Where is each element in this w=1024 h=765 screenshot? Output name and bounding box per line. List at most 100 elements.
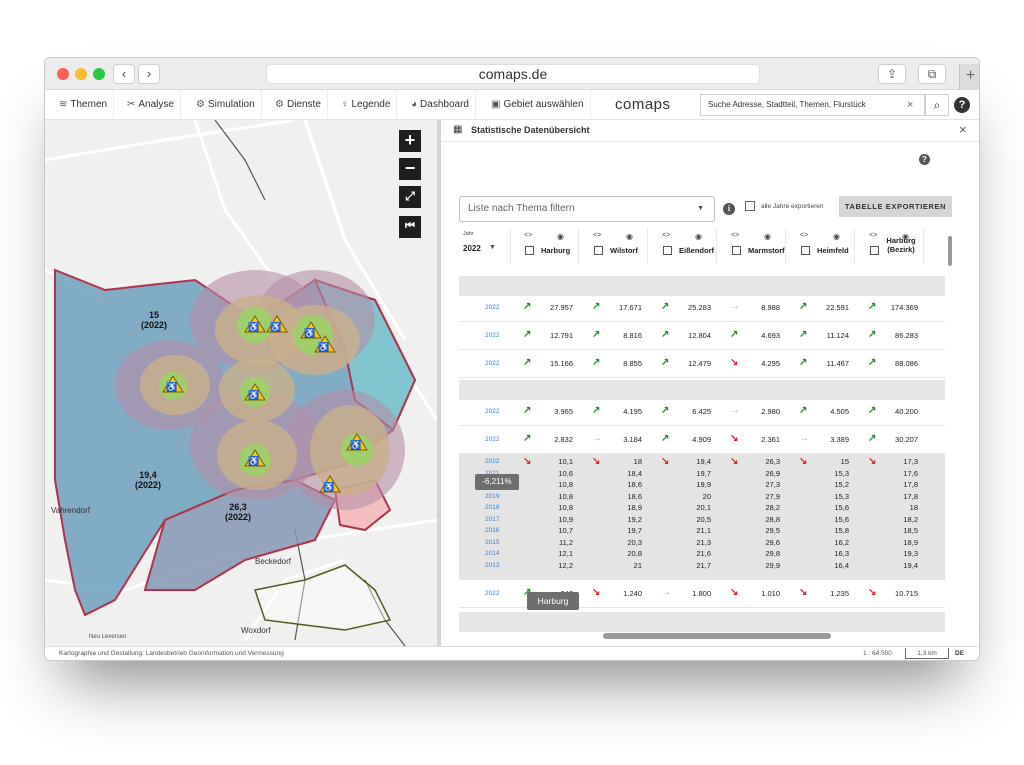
- menu-legende[interactable]: ♀ Legende: [335, 90, 398, 120]
- history-year[interactable]: 2017: [485, 516, 499, 523]
- column-header[interactable]: <> ◉ Harburg: [511, 228, 579, 264]
- maximize-window-button[interactable]: [93, 68, 105, 80]
- eye-icon[interactable]: ◉: [833, 232, 840, 241]
- trend-down-icon[interactable]: ↘: [868, 587, 876, 598]
- trend-flat-icon[interactable]: →: [730, 405, 740, 416]
- trend-up-icon[interactable]: ↗: [661, 329, 669, 340]
- column-header[interactable]: <> ◉ Eißendorf: [649, 228, 717, 264]
- trend-up-icon[interactable]: ↗: [868, 433, 876, 444]
- minimize-window-button[interactable]: [75, 68, 87, 80]
- vertical-scrollbar[interactable]: [947, 236, 952, 636]
- trend-up-icon[interactable]: ↗: [661, 405, 669, 416]
- scroll-thumb[interactable]: [948, 236, 952, 266]
- trend-flat-icon[interactable]: →: [730, 301, 740, 312]
- menu-themen[interactable]: ≋ Themen: [53, 90, 115, 120]
- zoom-in-button[interactable]: +: [399, 130, 421, 152]
- export-table-button[interactable]: TABELLE EXPORTIEREN: [839, 196, 952, 217]
- column-header[interactable]: <> ◉ Wilstorf: [580, 228, 648, 264]
- trend-down-icon[interactable]: ↘: [592, 456, 600, 467]
- trend-up-icon[interactable]: ↗: [868, 329, 876, 340]
- history-year[interactable]: 2018: [485, 504, 499, 511]
- code-icon[interactable]: <>: [869, 232, 877, 239]
- zoom-out-button[interactable]: −: [399, 158, 421, 180]
- export-all-years-checkbox[interactable]: [745, 201, 755, 211]
- trend-down-icon[interactable]: ↘: [730, 587, 738, 598]
- trend-up-icon[interactable]: ↗: [592, 357, 600, 368]
- history-year[interactable]: 2019: [485, 493, 499, 500]
- trend-up-icon[interactable]: ↗: [523, 405, 531, 416]
- column-checkbox[interactable]: [594, 246, 603, 255]
- map-view[interactable]: ♿ ♿ ♿ ♿ ♿ ♿ ♿ ♿ ♿ 15 (2022) 19,4 (2022) …: [45, 120, 437, 646]
- trend-up-icon[interactable]: ↗: [868, 405, 876, 416]
- trend-down-icon[interactable]: ↘: [730, 456, 738, 467]
- menu-analyse[interactable]: ✂ Analyse: [121, 90, 181, 120]
- eye-icon[interactable]: ◉: [626, 232, 633, 241]
- menu-simulation[interactable]: ⚙ Simulation: [190, 90, 262, 120]
- column-checkbox[interactable]: [525, 246, 534, 255]
- fullscreen-button[interactable]: ⤢: [399, 186, 421, 208]
- history-year[interactable]: 2022: [485, 458, 499, 465]
- year-selector[interactable]: Jahr 2022 ▼: [459, 228, 511, 264]
- column-checkbox[interactable]: [801, 246, 810, 255]
- row-year[interactable]: 2022: [485, 590, 499, 597]
- trend-down-icon[interactable]: ↘: [592, 587, 600, 598]
- row-year[interactable]: 2022: [485, 436, 499, 443]
- menu-dienste[interactable]: ⚙ Dienste: [269, 90, 328, 120]
- trend-up-icon[interactable]: ↗: [523, 433, 531, 444]
- trend-up-icon[interactable]: ↗: [661, 301, 669, 312]
- panel-help-icon[interactable]: ?: [919, 154, 930, 165]
- close-panel-icon[interactable]: ×: [959, 122, 967, 137]
- trend-flat-icon[interactable]: →: [661, 587, 671, 598]
- column-header[interactable]: <> ◉ Marmstorf: [718, 228, 786, 264]
- row-year[interactable]: 2022: [485, 304, 499, 311]
- trend-up-icon[interactable]: ↗: [523, 357, 531, 368]
- column-checkbox[interactable]: [663, 246, 672, 255]
- column-checkbox[interactable]: [732, 246, 741, 255]
- clear-search-icon[interactable]: ×: [907, 94, 921, 116]
- trend-up-icon[interactable]: ↗: [523, 329, 531, 340]
- code-icon[interactable]: <>: [800, 232, 808, 239]
- code-icon[interactable]: <>: [662, 232, 670, 239]
- search-button[interactable]: ⌕: [925, 94, 949, 116]
- code-icon[interactable]: <>: [524, 232, 532, 239]
- close-window-button[interactable]: [57, 68, 69, 80]
- theme-filter-select[interactable]: Liste nach Thema filtern ▼: [459, 196, 715, 222]
- trend-up-icon[interactable]: ↗: [592, 405, 600, 416]
- trend-down-icon[interactable]: ↘: [868, 456, 876, 467]
- row-year[interactable]: 2022: [485, 360, 499, 367]
- trend-up-icon[interactable]: ↗: [799, 329, 807, 340]
- trend-up-icon[interactable]: ↗: [799, 301, 807, 312]
- column-header[interactable]: <> ◉ Harburg (Bezirk): [856, 228, 924, 264]
- history-year[interactable]: 2016: [485, 527, 499, 534]
- trend-up-icon[interactable]: ↗: [592, 301, 600, 312]
- row-year[interactable]: 2022: [485, 408, 499, 415]
- trend-down-icon[interactable]: ↘: [730, 433, 738, 444]
- trend-down-icon[interactable]: ↘: [730, 357, 738, 368]
- column-checkbox[interactable]: [870, 246, 879, 255]
- url-bar[interactable]: comaps.de: [266, 64, 760, 84]
- menu-gebiet-auswaehlen[interactable]: ▣ Gebiet auswählen: [485, 90, 591, 120]
- trend-up-icon[interactable]: ↗: [868, 357, 876, 368]
- trend-down-icon[interactable]: ↘: [523, 456, 531, 467]
- back-button[interactable]: ‹: [113, 64, 135, 84]
- language-switch[interactable]: DE: [955, 650, 964, 657]
- share-button[interactable]: ⇪: [878, 64, 906, 84]
- trend-up-icon[interactable]: ↗: [523, 301, 531, 312]
- trend-down-icon[interactable]: ↘: [799, 456, 807, 467]
- history-year[interactable]: 2014: [485, 550, 499, 557]
- eye-icon[interactable]: ◉: [764, 232, 771, 241]
- forward-button[interactable]: ›: [138, 64, 160, 84]
- trend-down-icon[interactable]: ↘: [661, 456, 669, 467]
- history-year[interactable]: 2015: [485, 539, 499, 546]
- tabs-button[interactable]: ⧉: [918, 64, 946, 84]
- reset-view-button[interactable]: ⏮: [399, 216, 421, 238]
- row-year[interactable]: 2022: [485, 332, 499, 339]
- trend-down-icon[interactable]: ↘: [799, 587, 807, 598]
- eye-icon[interactable]: ◉: [557, 232, 564, 241]
- info-icon[interactable]: i: [723, 203, 735, 215]
- trend-flat-icon[interactable]: →: [592, 433, 602, 444]
- trend-up-icon[interactable]: ↗: [799, 405, 807, 416]
- eye-icon[interactable]: ◉: [695, 232, 702, 241]
- horizontal-scrollbar[interactable]: [469, 632, 947, 640]
- help-button[interactable]: ?: [954, 97, 970, 113]
